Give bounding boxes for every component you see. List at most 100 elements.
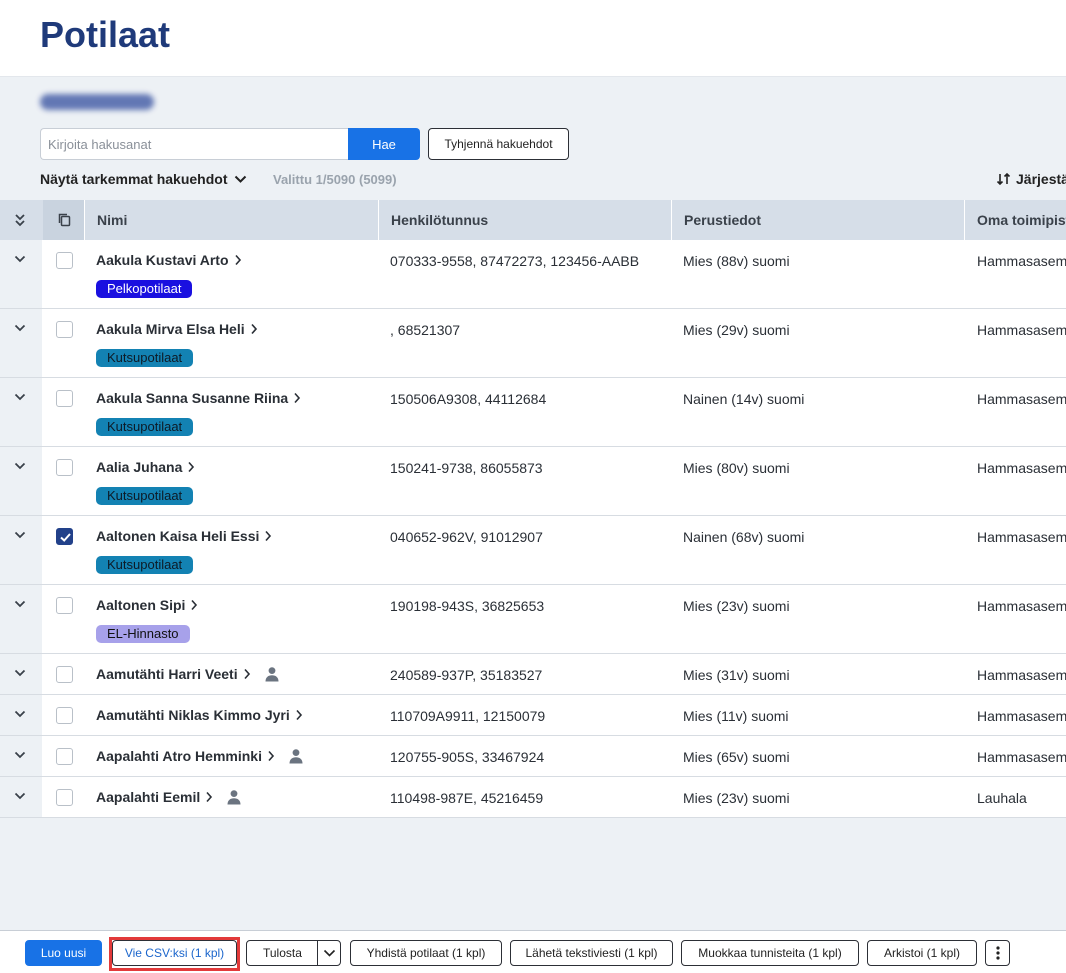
select-cell [42,654,84,694]
chevron-right-icon[interactable] [264,530,272,542]
expand-cell[interactable] [0,516,42,584]
patient-name[interactable]: Aamutähti Harri Veeti [96,666,238,682]
table-row[interactable]: Aakula Mirva Elsa Heli Kutsupotilaat , 6… [0,309,1066,378]
patient-name-link[interactable]: Aamutähti Niklas Kimmo Jyri [96,707,303,723]
expand-cell[interactable] [0,585,42,653]
chevron-right-icon[interactable] [243,668,251,680]
copy-icon[interactable] [58,213,71,227]
patient-name-link[interactable]: Aalia Juhana [96,459,195,475]
patient-name-link[interactable]: Aaltonen Kaisa Heli Essi [96,528,272,544]
patient-name[interactable]: Aalia Juhana [96,459,182,475]
row-checkbox[interactable] [56,789,73,806]
chevron-down-icon[interactable] [13,252,27,266]
expand-cell[interactable] [0,777,42,817]
row-checkbox[interactable] [56,459,73,476]
row-checkbox[interactable] [56,707,73,724]
patient-name[interactable]: Aakula Kustavi Arto [96,252,229,268]
select-cell [42,447,84,515]
person-icon [227,790,241,805]
chevron-down-icon[interactable] [323,949,336,958]
patient-basic-info: Nainen (68v) suomi [683,529,805,545]
double-chevron-down-icon[interactable] [14,213,26,227]
table-row[interactable]: Aaltonen Sipi EL-Hinnasto 190198-943S, 3… [0,585,1066,654]
chevron-right-icon[interactable] [250,323,258,335]
row-checkbox[interactable] [56,252,73,269]
patient-name[interactable]: Aamutähti Niklas Kimmo Jyri [96,707,290,723]
sort-button[interactable]: Järjestä [996,171,1066,187]
export-csv-button[interactable]: Vie CSV:ksi (1 kpl) [112,940,237,966]
expand-all-cell[interactable] [0,200,42,240]
column-hetu[interactable]: Henkilötunnus [378,200,671,240]
chevron-right-icon[interactable] [187,461,195,473]
chevron-down-icon[interactable] [13,390,27,404]
patient-name[interactable]: Aakula Sanna Susanne Riina [96,390,288,406]
column-office[interactable]: Oma toimipiste [964,200,1066,240]
chevron-down-icon[interactable] [13,707,27,721]
chevron-down-icon[interactable] [13,748,27,762]
patient-name-link[interactable]: Aaltonen Sipi [96,597,198,613]
patient-name-link[interactable]: Aakula Mirva Elsa Heli [96,321,258,337]
chevron-right-icon[interactable] [267,750,275,762]
table-row[interactable]: Aakula Sanna Susanne Riina Kutsupotilaat… [0,378,1066,447]
table-row[interactable]: Aaltonen Kaisa Heli Essi Kutsupotilaat 0… [0,516,1066,585]
row-checkbox[interactable] [56,666,73,683]
chevron-right-icon[interactable] [205,791,213,803]
patient-name[interactable]: Aapalahti Eemil [96,789,200,805]
expand-cell[interactable] [0,309,42,377]
chevron-down-icon[interactable] [13,528,27,542]
row-checkbox[interactable] [56,748,73,765]
clear-filters-button[interactable]: Tyhjennä hakuehdot [428,128,569,160]
patient-name-link[interactable]: Aakula Sanna Susanne Riina [96,390,301,406]
merge-patients-button[interactable]: Yhdistä potilaat (1 kpl) [350,940,502,966]
chevron-right-icon[interactable] [293,392,301,404]
table-row[interactable]: Aapalahti Atro Hemminki 120755-905S, 334… [0,736,1066,777]
patient-office: Hammasasema [977,460,1066,476]
patient-basic-info: Mies (23v) suomi [683,598,790,614]
row-checkbox[interactable] [56,321,73,338]
table-row[interactable]: Aalia Juhana Kutsupotilaat 150241-9738, … [0,447,1066,516]
column-name[interactable]: Nimi [84,200,378,240]
chevron-down-icon[interactable] [13,666,27,680]
table-row[interactable]: Aakula Kustavi Arto Pelkopotilaat 070333… [0,240,1066,309]
chevron-right-icon[interactable] [295,709,303,721]
patient-name[interactable]: Aakula Mirva Elsa Heli [96,321,245,337]
patient-name[interactable]: Aapalahti Atro Hemminki [96,748,262,764]
edit-identifiers-button[interactable]: Muokkaa tunnisteita (1 kpl) [681,940,859,966]
patient-name-link[interactable]: Aakula Kustavi Arto [96,252,242,268]
patient-name-link[interactable]: Aapalahti Eemil [96,789,242,805]
patient-group-tag: Kutsupotilaat [96,349,194,367]
row-checkbox[interactable] [56,390,73,407]
more-filters-toggle[interactable]: Näytä tarkemmat hakuehdot [40,171,247,187]
search-input[interactable] [40,128,349,160]
select-cell [42,516,84,584]
table-row[interactable]: Aapalahti Eemil 110498-987E, 45216459 Mi… [0,777,1066,818]
chevron-right-icon[interactable] [234,254,242,266]
chevron-right-icon[interactable] [190,599,198,611]
expand-cell[interactable] [0,447,42,515]
row-checkbox[interactable] [56,597,73,614]
column-basic[interactable]: Perustiedot [671,200,964,240]
row-checkbox[interactable] [56,528,73,545]
search-button[interactable]: Hae [348,128,420,160]
patient-name-link[interactable]: Aamutähti Harri Veeti [96,666,280,682]
patient-name-link[interactable]: Aapalahti Atro Hemminki [96,748,304,764]
select-all-cell[interactable] [43,200,84,240]
chevron-down-icon[interactable] [13,597,27,611]
expand-cell[interactable] [0,378,42,446]
expand-cell[interactable] [0,240,42,308]
patient-basic-info: Mies (88v) suomi [683,253,790,269]
patient-name[interactable]: Aaltonen Kaisa Heli Essi [96,528,259,544]
patient-name[interactable]: Aaltonen Sipi [96,597,185,613]
expand-cell[interactable] [0,654,42,694]
more-actions-button[interactable] [985,940,1010,966]
chevron-down-icon[interactable] [13,321,27,335]
chevron-down-icon[interactable] [13,459,27,473]
table-row[interactable]: Aamutähti Niklas Kimmo Jyri 110709A9911,… [0,695,1066,736]
expand-cell[interactable] [0,736,42,776]
table-row[interactable]: Aamutähti Harri Veeti 240589-937P, 35183… [0,654,1066,695]
send-sms-button[interactable]: Lähetä tekstiviesti (1 kpl) [510,940,673,966]
expand-cell[interactable] [0,695,42,735]
chevron-down-icon[interactable] [13,789,27,803]
new-button[interactable]: Luo uusi [25,940,102,966]
archive-button[interactable]: Arkistoi (1 kpl) [867,940,977,966]
